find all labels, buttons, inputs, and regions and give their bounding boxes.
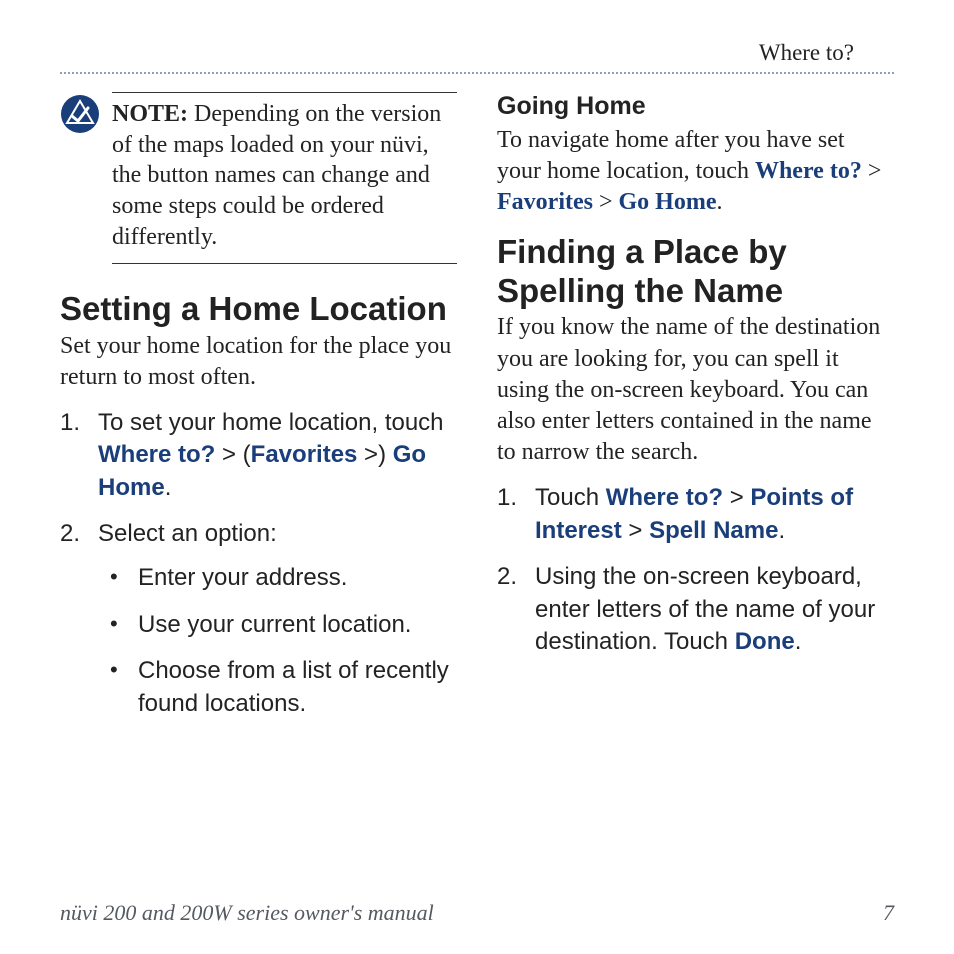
heading-going-home: Going Home (497, 92, 894, 121)
footer-title: nüvi 200 and 200W series owner's manual (60, 900, 434, 926)
page-number: 7 (883, 900, 894, 926)
heading-setting-home: Setting a Home Location (60, 290, 457, 329)
note-icon (60, 94, 100, 134)
setting-home-intro: Set your home location for the place you… (60, 331, 457, 393)
nav-favorites-2: Favorites (497, 189, 593, 215)
two-column-layout: NOTE: Depending on the version of the ma… (60, 92, 894, 734)
nav-favorites: Favorites (251, 441, 358, 468)
step-2: Select an option: Enter your address. Us… (60, 518, 457, 720)
note-block: NOTE: Depending on the version of the ma… (60, 92, 457, 264)
note-text: NOTE: Depending on the version of the ma… (112, 92, 457, 264)
find-step-1-text: Touch (535, 484, 606, 511)
note-label: NOTE: (112, 101, 188, 127)
find-step-2-text: Using the on-screen keyboard, enter lett… (535, 563, 875, 655)
finding-steps: Touch Where to? > Points of Interest > S… (497, 482, 894, 658)
step-1-text: To set your home location, touch (98, 409, 444, 436)
heading-finding-place: Finding a Place by Spelling the Name (497, 233, 894, 311)
find-step-1: Touch Where to? > Points of Interest > S… (497, 482, 894, 547)
nav-where-to-3: Where to? (606, 484, 723, 511)
finding-place-intro: If you know the name of the destination … (497, 312, 894, 468)
right-column: Going Home To navigate home after you ha… (497, 92, 894, 734)
option-current-location: Use your current location. (98, 609, 457, 641)
going-home-text: To navigate home after you have set your… (497, 125, 894, 219)
nav-go-home-2: Go Home (619, 189, 717, 215)
setting-home-steps: To set your home location, touch Where t… (60, 407, 457, 720)
manual-page: Where to? NOTE: Depending on the version… (0, 0, 954, 954)
running-head: Where to? (60, 40, 894, 72)
option-address: Enter your address. (98, 562, 457, 594)
nav-done: Done (735, 628, 795, 655)
step-2-text: Select an option: (98, 520, 277, 547)
option-recent: Choose from a list of recently found loc… (98, 655, 457, 720)
nav-spell-name: Spell Name (649, 517, 778, 544)
nav-where-to-2: Where to? (755, 158, 862, 184)
options-list: Enter your address. Use your current loc… (98, 562, 457, 720)
step-1: To set your home location, touch Where t… (60, 407, 457, 504)
find-step-2: Using the on-screen keyboard, enter lett… (497, 561, 894, 658)
nav-where-to: Where to? (98, 441, 215, 468)
page-footer: nüvi 200 and 200W series owner's manual … (60, 900, 894, 926)
header-rule (60, 72, 894, 74)
left-column: NOTE: Depending on the version of the ma… (60, 92, 457, 734)
